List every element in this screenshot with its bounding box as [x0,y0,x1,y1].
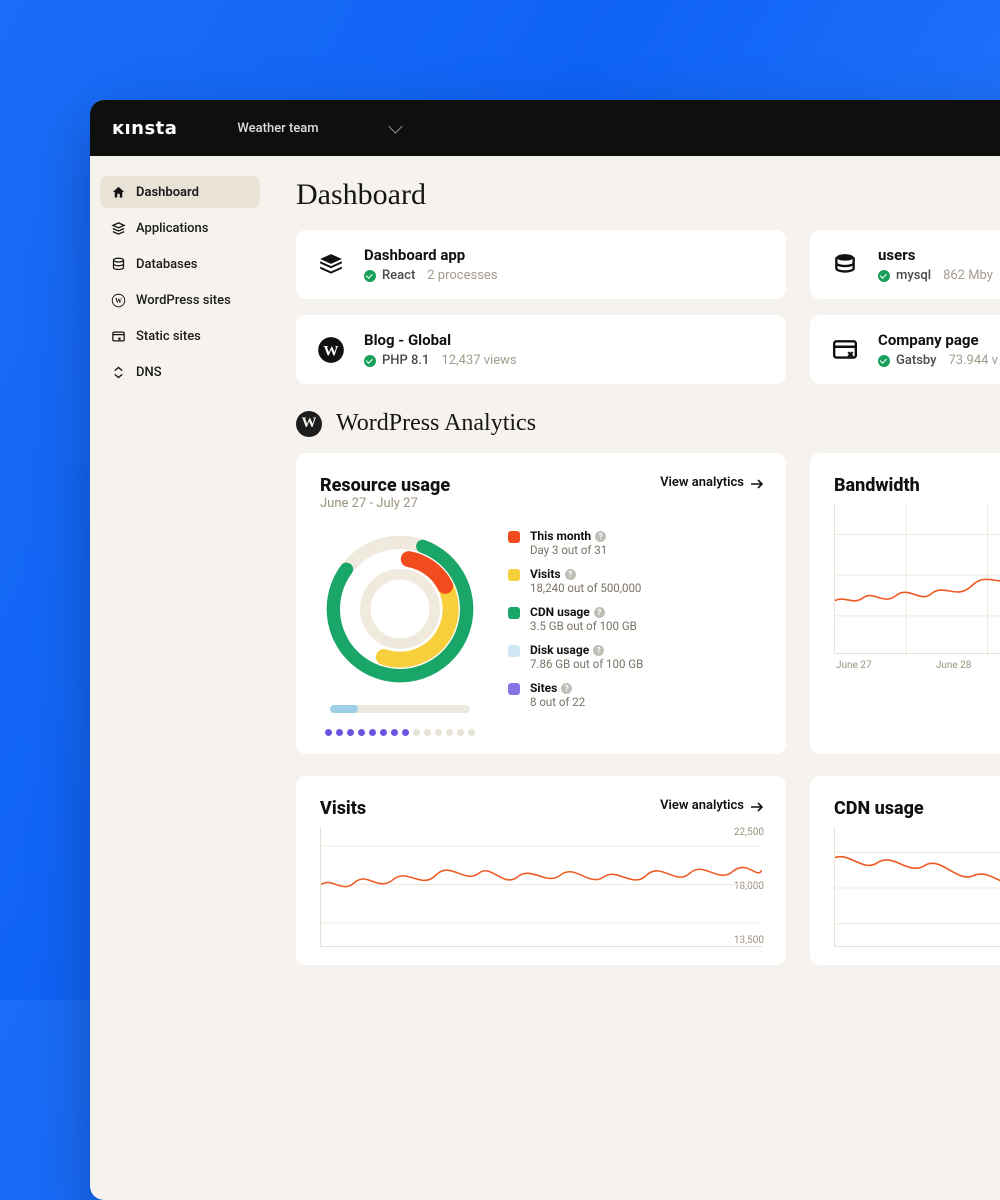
page-title: Dashboard [296,178,1000,212]
app-card-row: Dashboard app React 2 processes users [296,230,1000,299]
team-selector[interactable]: Weather team [237,121,398,136]
sidebar-item-wordpress[interactable]: W WordPress sites [100,284,260,316]
main: Dashboard Dashboard app React 2 processe… [270,156,1000,987]
sidebar-item-databases[interactable]: Databases [100,248,260,280]
app-card-tech: PHP 8.1 [382,353,429,368]
app-card-dashboard[interactable]: Dashboard app React 2 processes [296,230,786,299]
widget-resource-usage: Resource usage June 27 - July 27 View an… [296,453,786,754]
arrow-right-icon [750,802,762,810]
resource-donut-chart [320,529,480,689]
status-ok-icon [878,270,890,282]
app-card-tech: Gatsby [896,353,937,368]
widget-subtitle: June 27 - July 27 [320,496,450,511]
static-site-icon [110,328,126,344]
wordpress-icon: W [110,292,126,308]
widget-title: Resource usage [320,475,450,496]
widget-title: CDN usage [834,798,924,819]
sidebar-item-label: WordPress sites [136,293,231,308]
widget-cdn-usage: CDN usage [810,776,1000,965]
legend-item: CDN usage? 3.5 GB out of 100 GB [508,605,643,633]
app-card-tech: mysql [896,268,931,283]
sidebar-item-dns[interactable]: DNS [100,356,260,388]
widget-title: Bandwidth [834,475,920,496]
widgets-row: Visits View analytics 22,500 18,000 13,5… [296,776,1000,965]
brand-logo: ĸınsta [112,118,177,139]
svg-text:W: W [323,342,338,359]
status-ok-icon [878,355,890,367]
widget-visits: Visits View analytics 22,500 18,000 13,5… [296,776,786,965]
app-card-tech: React [382,268,415,283]
widget-bandwidth: Bandwidth June 27 June 28 [810,453,1000,754]
legend-item: Visits? 18,240 out of 500,000 [508,567,643,595]
wordpress-icon: W [314,333,348,367]
app-window: ĸınsta Weather team Dashboard Applicatio… [90,100,1000,1200]
app-card-title: Blog - Global [364,331,517,349]
database-icon [828,248,862,282]
resource-legend: This month? Day 3 out of 31 Visits? 18,2… [508,529,643,736]
app-card-row: W Blog - Global PHP 8.1 12,437 views [296,315,1000,384]
help-icon[interactable]: ? [561,683,572,694]
app-card-blog[interactable]: W Blog - Global PHP 8.1 12,437 views [296,315,786,384]
app-card-meta: 2 processes [427,268,497,283]
topbar: ĸınsta Weather team [90,100,1000,156]
view-analytics-link[interactable]: View analytics [660,798,762,813]
sidebar-item-label: Dashboard [136,185,199,200]
static-site-icon [828,333,862,367]
app-card-title: Company page [878,331,998,349]
dns-icon [110,364,126,380]
swatch-icon [508,531,520,543]
team-selector-label: Weather team [237,121,318,136]
disk-progress-bar [330,705,470,713]
database-icon [110,256,126,272]
help-icon[interactable]: ? [565,569,576,580]
home-icon [110,184,126,200]
swatch-icon [508,683,520,695]
swatch-icon [508,569,520,581]
swatch-icon [508,607,520,619]
sidebar-item-label: DNS [136,365,162,380]
stack-icon [110,220,126,236]
widgets-row: Resource usage June 27 - July 27 View an… [296,453,1000,754]
visits-chart: 22,500 18,000 13,500 [320,827,762,947]
app-card-meta: 12,437 views [441,353,516,368]
help-icon[interactable]: ? [593,645,604,656]
wordpress-icon: W [296,411,322,437]
help-icon[interactable]: ? [594,607,605,618]
svg-text:W: W [115,298,122,305]
app-card-users[interactable]: users mysql 862 Mby [810,230,1000,299]
app-card-title: Dashboard app [364,246,498,264]
app-card-meta: 73.944 v [949,353,998,368]
status-ok-icon [364,270,376,282]
app-card-title: users [878,246,993,264]
swatch-icon [508,645,520,657]
sidebar-item-dashboard[interactable]: Dashboard [100,176,260,208]
chevron-down-icon [388,120,402,134]
app-card-company[interactable]: Company page Gatsby 73.944 v [810,315,1000,384]
arrow-right-icon [750,479,762,487]
section-title: WordPress Analytics [336,410,536,437]
sidebar-item-applications[interactable]: Applications [100,212,260,244]
cdn-chart [834,827,1000,947]
bandwidth-xticks: June 27 June 28 June 29 [834,660,1000,671]
legend-item: This month? Day 3 out of 31 [508,529,643,557]
app-card-meta: 862 Mby [943,268,993,283]
sites-dots-indicator [325,729,475,736]
sidebar-item-label: Databases [136,257,198,272]
legend-item: Sites? 8 out of 22 [508,681,643,709]
sidebar-item-static-sites[interactable]: Static sites [100,320,260,352]
help-icon[interactable]: ? [595,531,606,542]
widget-title: Visits [320,798,366,819]
section-heading: W WordPress Analytics [296,410,1000,437]
view-analytics-link[interactable]: View analytics [660,475,762,490]
status-ok-icon [364,355,376,367]
bandwidth-chart [834,504,1000,654]
sidebar-item-label: Applications [136,221,209,236]
sidebar-item-label: Static sites [136,329,201,344]
sidebar: Dashboard Applications Databases W WordP… [90,156,270,987]
legend-item: Disk usage? 7.86 GB out of 100 GB [508,643,643,671]
stack-icon [314,248,348,282]
